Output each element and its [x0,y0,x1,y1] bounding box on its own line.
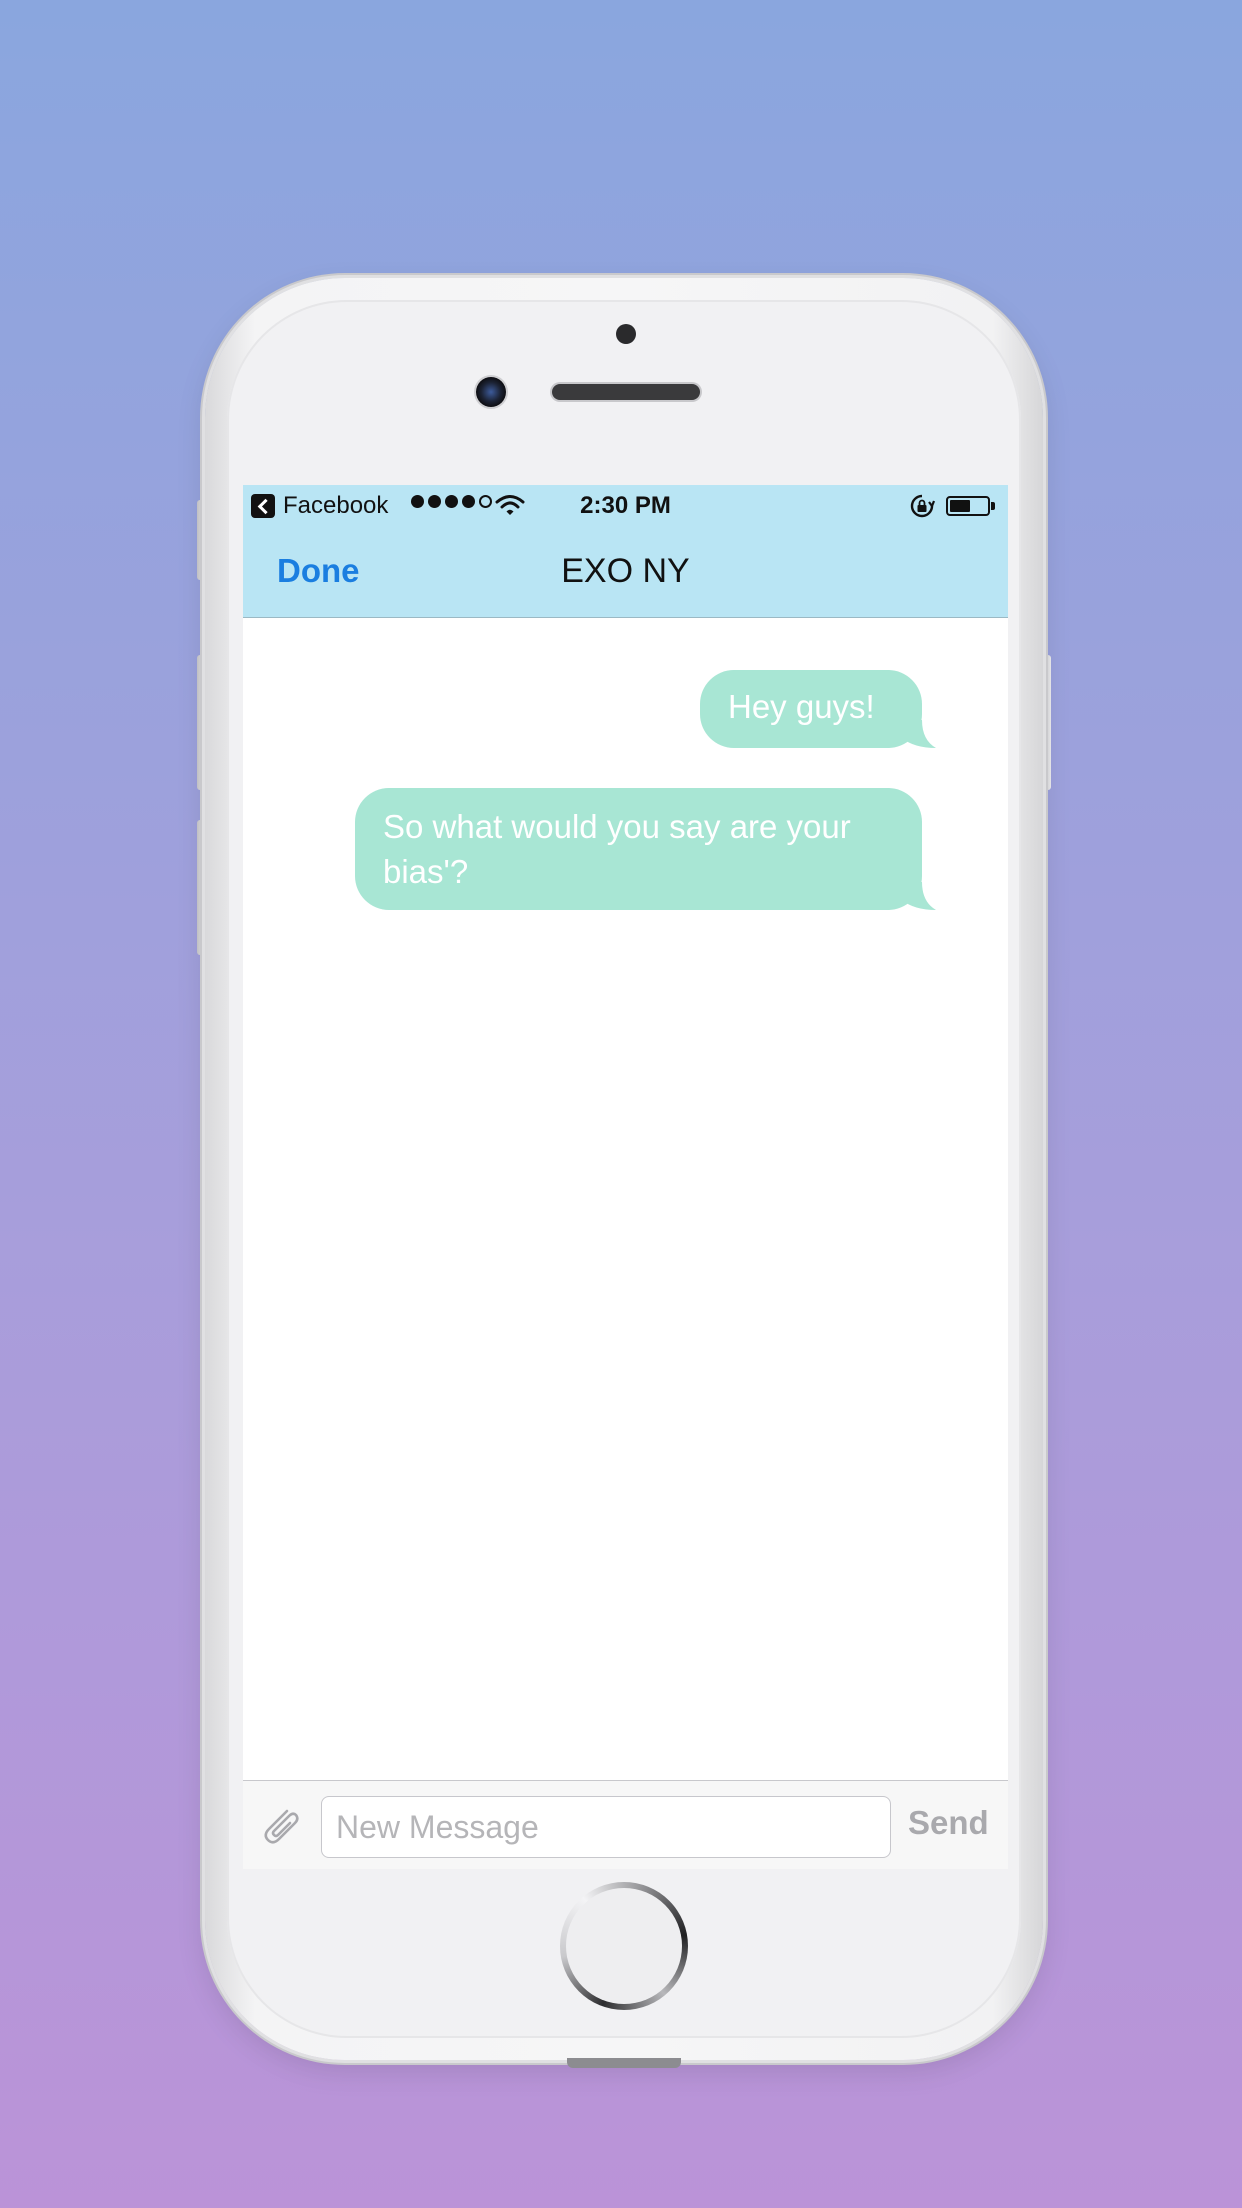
status-bar: Facebook 2:30 PM [243,485,1008,527]
battery-icon [946,496,990,516]
mute-switch [197,500,205,580]
message-bubble-outgoing: So what would you say are your bias'? [355,788,936,910]
message-bubble-outgoing: Hey guys! [700,670,936,748]
battery-level [950,500,970,512]
front-sensor [616,324,636,344]
navigation-bar: Done EXO NY [243,527,1008,618]
battery-tip [991,502,995,510]
conversation-title: EXO NY [561,552,690,590]
phone-screen: Facebook 2:30 PM Done EXO NY Hey guys! S… [243,485,1008,1869]
volume-up-button [197,655,205,790]
volume-down-button [197,820,205,955]
front-camera [476,377,506,407]
send-button[interactable]: Send [908,1804,989,1842]
home-button[interactable] [560,1882,688,2010]
new-message-input[interactable] [321,1796,891,1858]
bubble-tail [902,720,936,748]
bubble-tail [902,882,936,910]
paperclip-icon[interactable] [257,1801,305,1849]
message-text: Hey guys! [728,688,875,725]
message-thread[interactable]: Hey guys! So what would you say are your… [243,618,1008,1780]
phone-bottom-notch [567,2058,681,2068]
message-text: So what would you say are your bias'? [383,808,851,890]
message-composer: Send [243,1780,1008,1869]
rotation-lock-icon [910,494,935,518]
power-button [1043,655,1051,790]
status-time: 2:30 PM [580,492,671,519]
earpiece-speaker [552,384,700,400]
